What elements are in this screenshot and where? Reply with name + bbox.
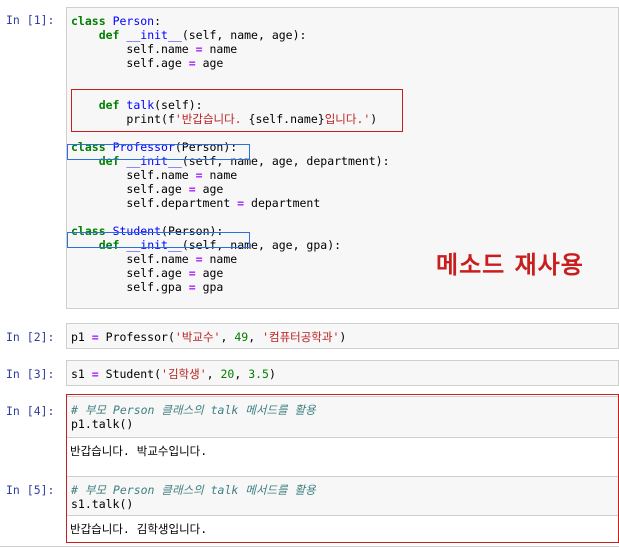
method-reuse-annotation: 메소드 재사용 — [436, 251, 584, 279]
cell-1-prompt: In [1]: — [6, 13, 55, 27]
cell-3-prompt: In [3]: — [6, 367, 55, 381]
code-cell-3[interactable]: s1 = Student('김학생', 20, 3.5) — [66, 360, 619, 386]
talk-method-highlight — [71, 89, 403, 132]
student-class-highlight — [67, 232, 250, 248]
cell-2-prompt: In [2]: — [6, 330, 55, 344]
code-cell-2[interactable]: p1 = Professor('박교수', 49, '컴퓨터공학과') — [66, 323, 619, 349]
cell-4-prompt: In [4]: — [6, 404, 55, 418]
talk-usage-highlight — [66, 394, 619, 543]
cell-5-prompt: In [5]: — [6, 483, 55, 497]
professor-class-highlight — [67, 144, 250, 160]
code-cell-3-source[interactable]: s1 = Student('김학생', 20, 3.5) — [67, 361, 618, 381]
divider — [0, 546, 619, 547]
code-cell-2-source[interactable]: p1 = Professor('박교수', 49, '컴퓨터공학과') — [67, 324, 618, 344]
